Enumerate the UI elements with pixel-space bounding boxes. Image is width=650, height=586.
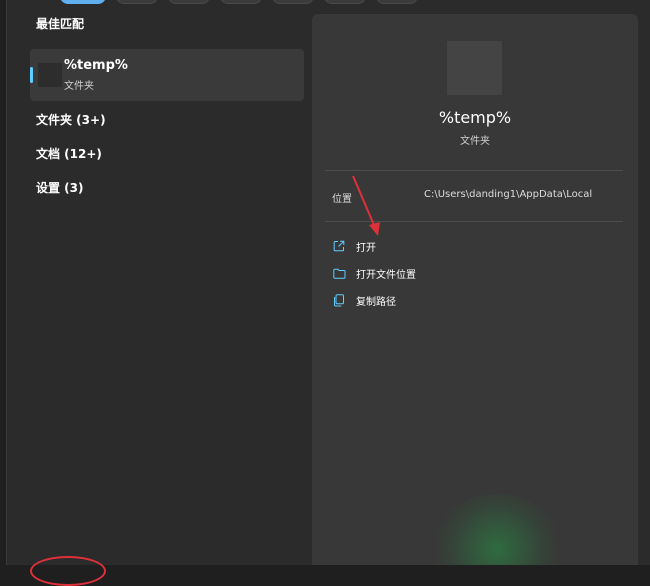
folder-preview-icon xyxy=(447,41,502,95)
action-copy-path[interactable]: 复制路径 xyxy=(332,290,396,310)
filter-tab-all[interactable] xyxy=(60,0,106,4)
annotation-circle xyxy=(30,556,106,586)
divider xyxy=(325,170,623,171)
divider xyxy=(325,221,623,222)
best-match-result[interactable]: %temp% 文件夹 xyxy=(30,49,304,101)
results-list: 最佳匹配 %temp% 文件夹 文件夹 (3+) 文档 (12+) 设置 (3) xyxy=(30,14,304,195)
filter-tab-apps[interactable] xyxy=(116,0,158,4)
action-copy-path-label: 复制路径 xyxy=(356,296,396,308)
preview-pane: %temp% 文件夹 位置 C:\Users\danding1\AppData\… xyxy=(312,14,638,565)
location-value: C:\Users\danding1\AppData\Local xyxy=(424,189,593,200)
category-settings[interactable]: 设置 (3) xyxy=(36,179,84,197)
copy-icon xyxy=(332,293,346,307)
category-folders[interactable]: 文件夹 (3+) xyxy=(36,111,106,129)
action-open-label: 打开 xyxy=(356,242,376,254)
search-filter-tabs xyxy=(60,0,418,4)
selection-indicator xyxy=(30,67,33,83)
preview-subtitle: 文件夹 xyxy=(460,136,490,147)
filter-tab-photos[interactable] xyxy=(376,0,418,4)
filter-tab-web[interactable] xyxy=(220,0,262,4)
filter-tab-folders[interactable] xyxy=(324,0,366,4)
category-documents[interactable]: 文档 (12+) xyxy=(36,145,102,163)
result-type: 文件夹 xyxy=(64,81,94,92)
action-open-file-location-label: 打开文件位置 xyxy=(356,269,416,281)
best-match-heading: 最佳匹配 xyxy=(36,17,85,31)
background-glow xyxy=(432,494,562,565)
folder-thumbnail-icon xyxy=(38,63,62,87)
preview-title: %temp% xyxy=(438,108,512,127)
action-open-file-location[interactable]: 打开文件位置 xyxy=(332,263,416,283)
result-name: %temp% xyxy=(64,58,128,73)
location-label: 位置 xyxy=(332,194,352,205)
filter-tab-documents[interactable] xyxy=(168,0,210,4)
filter-tab-settings[interactable] xyxy=(272,0,314,4)
folder-icon xyxy=(332,266,346,280)
action-open[interactable]: 打开 xyxy=(332,236,376,256)
open-external-icon xyxy=(332,239,346,253)
